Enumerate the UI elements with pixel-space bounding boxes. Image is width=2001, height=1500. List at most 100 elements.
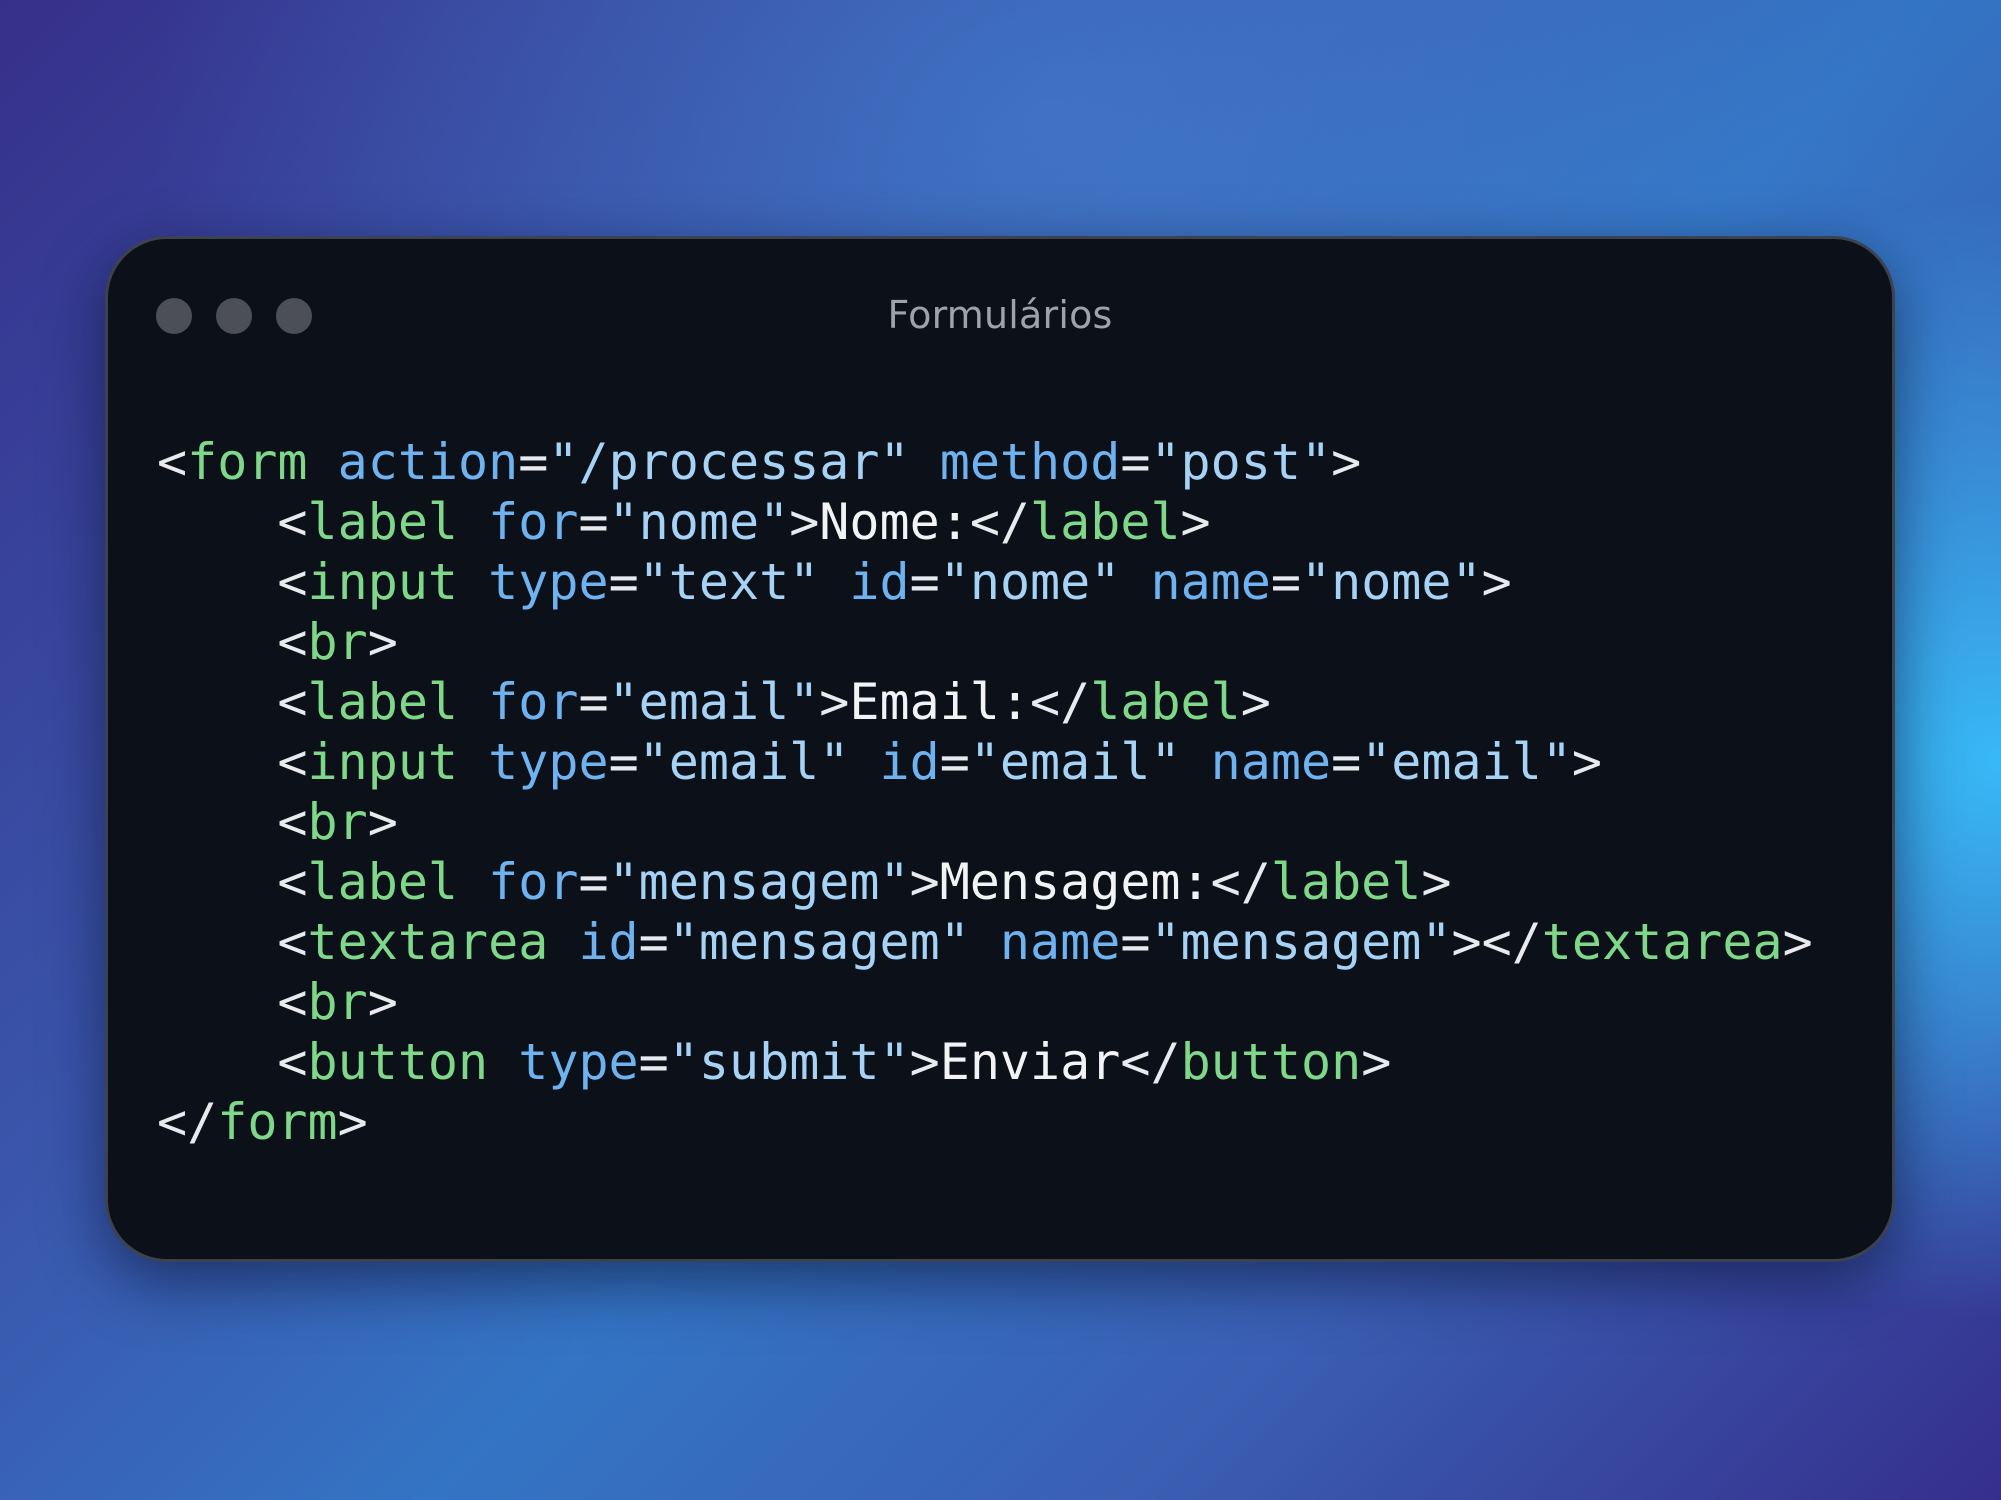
code-punctuation — [1181, 733, 1211, 791]
code-punctuation: = — [638, 1033, 669, 1091]
code-string: "post" — [1150, 433, 1332, 491]
code-punctuation: > — [1331, 433, 1362, 491]
code-tag-name: label — [307, 493, 459, 551]
code-tag-name: label — [1090, 673, 1241, 731]
code-punctuation — [308, 433, 338, 491]
code-tag-name: input — [307, 553, 459, 611]
code-line: <br> — [157, 972, 1813, 1032]
code-string: "email" — [969, 733, 1181, 791]
code-string: "nome" — [939, 553, 1121, 611]
code-attribute: name — [999, 913, 1121, 971]
code-punctuation: < — [157, 613, 308, 671]
code-line: <label for="nome">Nome:</label> — [157, 492, 1813, 552]
code-string: "mensagem" — [668, 913, 970, 971]
code-string: "email" — [608, 673, 820, 731]
code-punctuation: > — [367, 793, 398, 851]
code-attribute: action — [337, 433, 519, 491]
code-string: "nome" — [608, 493, 790, 551]
code-punctuation: > — [1782, 913, 1813, 971]
code-punctuation — [488, 1033, 518, 1091]
code-punctuation — [910, 433, 940, 491]
code-line: <button type="submit">Enviar</button> — [157, 1032, 1813, 1092]
code-punctuation — [1120, 553, 1150, 611]
code-punctuation — [548, 913, 578, 971]
code-attribute: type — [488, 553, 609, 611]
code-tag-name: form — [217, 1093, 338, 1151]
code-punctuation: = — [578, 493, 609, 551]
code-line: <input type="email" id="email" name="ema… — [157, 732, 1813, 792]
code-tag-name: label — [307, 673, 459, 731]
code-punctuation: ></ — [1451, 913, 1542, 971]
code-tag-name: label — [1030, 493, 1181, 551]
code-tag-name: label — [307, 853, 459, 911]
code-punctuation: > — [1481, 553, 1512, 611]
code-punctuation: = — [578, 673, 609, 731]
code-punctuation: = — [939, 733, 970, 791]
code-punctuation: > — [1571, 733, 1603, 791]
code-punctuation — [458, 853, 488, 911]
code-string: "/processar" — [548, 433, 910, 491]
code-attribute: id — [849, 553, 910, 611]
code-punctuation: > — [1240, 673, 1271, 731]
window-title: Formulários — [887, 293, 1113, 337]
code-line: </form> — [157, 1092, 1813, 1152]
code-punctuation: > — [819, 673, 850, 731]
code-punctuation: = — [638, 913, 669, 971]
code-punctuation: </ — [157, 1093, 218, 1151]
code-punctuation: < — [157, 793, 308, 851]
code-attribute: name — [1150, 553, 1271, 611]
code-tag-name: textarea — [307, 913, 549, 971]
code-line: <label for="email">Email:</label> — [157, 672, 1813, 732]
code-punctuation: > — [1421, 853, 1452, 911]
code-block: <form action="/processar" method="post">… — [157, 432, 1813, 1152]
code-text: Enviar — [939, 1033, 1121, 1091]
code-punctuation: </ — [969, 493, 1031, 551]
code-punctuation: > — [789, 493, 820, 551]
code-punctuation: < — [157, 913, 308, 971]
code-tag-name: input — [307, 733, 459, 791]
code-punctuation — [970, 913, 1000, 971]
code-punctuation: < — [157, 853, 308, 911]
code-string: "submit" — [668, 1033, 910, 1091]
code-punctuation — [458, 733, 488, 791]
code-attribute: name — [1210, 733, 1332, 791]
code-text: Mensagem: — [939, 853, 1211, 911]
code-attribute: for — [488, 673, 579, 731]
code-string: "email" — [638, 733, 850, 791]
code-tag-name: br — [307, 613, 368, 671]
code-text: Nome: — [819, 493, 970, 551]
code-attribute: id — [879, 733, 940, 791]
code-line: <textarea id="mensagem" name="mensagem">… — [157, 912, 1813, 972]
code-punctuation: < — [157, 553, 308, 611]
code-punctuation — [458, 673, 488, 731]
code-attribute: for — [488, 493, 579, 551]
code-punctuation: = — [578, 853, 609, 911]
code-attribute: for — [488, 853, 579, 911]
code-punctuation: </ — [1210, 853, 1271, 911]
code-tag-name: textarea — [1541, 913, 1783, 971]
code-punctuation: < — [157, 1033, 308, 1091]
code-line: <br> — [157, 792, 1813, 852]
code-punctuation: </ — [1120, 1033, 1181, 1091]
code-tag-name: label — [1270, 853, 1422, 911]
code-window: Formulários <form action="/processar" me… — [105, 236, 1895, 1262]
code-punctuation: > — [367, 613, 398, 671]
code-punctuation: = — [1270, 553, 1301, 611]
code-line: <label for="mensagem">Mensagem:</label> — [157, 852, 1813, 912]
code-tag-name: button — [1180, 1033, 1362, 1091]
code-string: "text" — [638, 553, 820, 611]
code-punctuation: = — [909, 553, 940, 611]
code-tag-name: button — [307, 1033, 489, 1091]
code-tag-name: br — [307, 793, 368, 851]
code-punctuation: < — [157, 733, 308, 791]
code-punctuation: > — [337, 1093, 368, 1151]
code-attribute: type — [488, 733, 609, 791]
code-tag-name: br — [307, 973, 368, 1031]
code-punctuation: = — [608, 733, 639, 791]
code-punctuation — [819, 553, 849, 611]
code-punctuation: > — [909, 853, 940, 911]
code-attribute: type — [518, 1033, 639, 1091]
code-punctuation — [849, 733, 879, 791]
code-attribute: method — [939, 433, 1121, 491]
code-punctuation: = — [1331, 733, 1362, 791]
